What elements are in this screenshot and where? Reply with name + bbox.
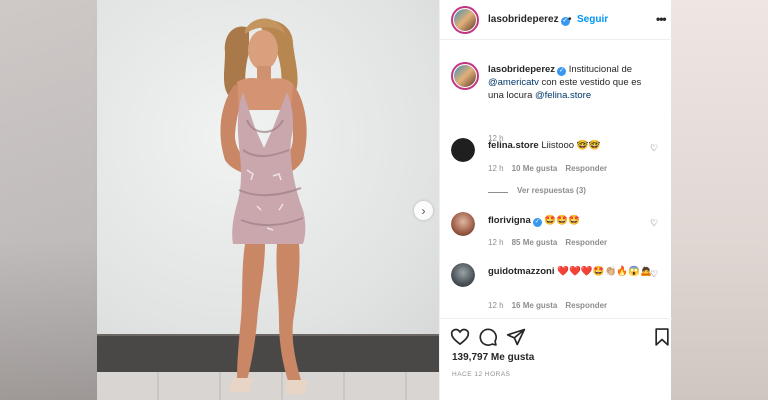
reply-button[interactable]: Responder (565, 164, 607, 173)
comment-meta: 12 h 16 Me gusta Responder (488, 301, 615, 310)
verified-badge-icon: ✓ (532, 218, 542, 227)
separator-dot: • (568, 14, 572, 25)
avatar[interactable] (451, 212, 475, 236)
comment-username[interactable]: guidotmazzoni (488, 266, 555, 277)
comment-icon[interactable] (478, 327, 498, 347)
like-heart-icon[interactable]: ♡ (650, 218, 658, 229)
comment-time: 12 h (488, 301, 504, 310)
comment-body: 🤩🤩🤩 (544, 215, 580, 226)
avatar[interactable] (451, 6, 479, 34)
post-actions: 139,797 Me gusta HACE 12 HORAS (440, 318, 672, 400)
comment-body: Liistooo 🤓🤓 (541, 140, 601, 151)
header-username[interactable]: lasobrideperez ✓ (488, 14, 570, 26)
avatar[interactable] (451, 138, 475, 162)
like-heart-icon[interactable]: ♡ (650, 143, 658, 154)
avatar[interactable] (451, 263, 475, 287)
share-icon[interactable] (506, 327, 526, 347)
background-left (0, 0, 97, 400)
comment-meta: 12 h 85 Me gusta Responder (488, 238, 615, 247)
reply-button[interactable]: Responder (565, 301, 607, 310)
reply-button[interactable]: Responder (565, 238, 607, 247)
follow-button[interactable]: Seguir (577, 14, 608, 25)
username-text[interactable]: lasobrideperez (488, 14, 559, 25)
comment-username[interactable]: felina.store (488, 140, 539, 151)
comment-time: 12 h (488, 238, 504, 247)
comment-username[interactable]: florivigna (488, 215, 531, 226)
comment-time: 12 h (488, 164, 504, 173)
comment-meta: 12 h 10 Me gusta Responder (488, 164, 615, 173)
photo-figure (220, 18, 307, 394)
avatar[interactable] (451, 62, 479, 90)
caption-text-part: Institucional de (568, 64, 633, 75)
bookmark-icon[interactable] (652, 327, 672, 347)
mention-link[interactable]: @americatv (488, 77, 539, 88)
comments-list: lasobrideperez ✓ Institucional de @americ… (440, 41, 672, 318)
replies-divider (488, 192, 508, 193)
verified-badge-icon: ✓ (557, 67, 567, 76)
mention-link[interactable]: @felina.store (535, 90, 591, 101)
comment-body: ❤️❤️❤️🤩👏🏼🔥😱🙇 (557, 266, 652, 277)
post-header: lasobrideperez ✓ • Seguir ••• (440, 0, 672, 40)
post-photo[interactable] (97, 0, 439, 400)
likes-count[interactable]: 139,797 Me gusta (452, 352, 534, 363)
comment-text: felina.store Liistooo 🤓🤓 (488, 139, 656, 152)
more-options-icon[interactable]: ••• (656, 12, 667, 26)
next-photo-button[interactable]: › (414, 201, 433, 220)
comment-likes[interactable]: 10 Me gusta (512, 164, 558, 173)
background-right (671, 0, 768, 400)
post-side-panel: lasobrideperez ✓ • Seguir ••• lasobridepe… (439, 0, 672, 400)
caption-username[interactable]: lasobrideperez (488, 64, 555, 75)
comment-likes[interactable]: 16 Me gusta (512, 301, 558, 310)
view-replies-button[interactable]: Ver respuestas (3) (517, 186, 586, 195)
heart-icon[interactable] (450, 327, 470, 347)
comment-text: guidotmazzoni ❤️❤️❤️🤩👏🏼🔥😱🙇 (488, 265, 656, 278)
post-time-ago: HACE 12 HORAS (452, 371, 511, 378)
caption-text: lasobrideperez ✓ Institucional de @americ… (488, 63, 656, 102)
like-heart-icon[interactable]: ♡ (650, 269, 658, 280)
comment-likes[interactable]: 85 Me gusta (512, 238, 558, 247)
chevron-right-icon: › (421, 203, 426, 218)
comment-text: florivigna ✓ 🤩🤩🤩 (488, 214, 656, 227)
